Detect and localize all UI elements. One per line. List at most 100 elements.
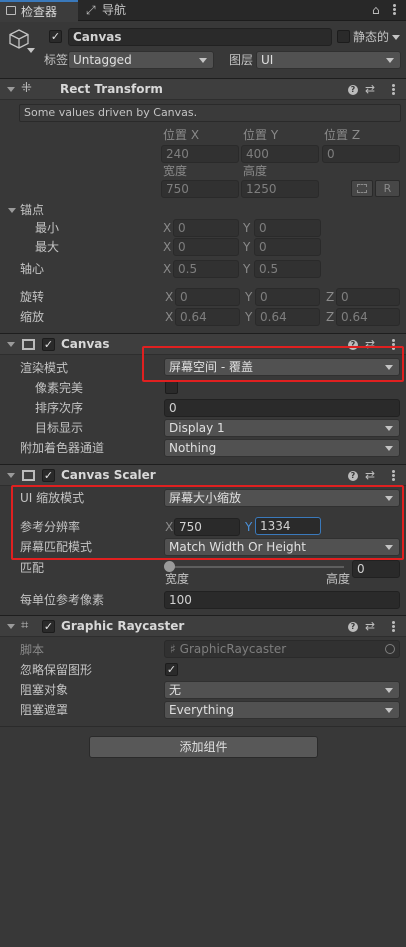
- icon-dropdown-arrow[interactable]: [27, 48, 35, 53]
- component-menu-icon[interactable]: [392, 470, 396, 482]
- pivot-y-axis: Y: [243, 262, 251, 276]
- rotation-y-field[interactable]: 0: [255, 288, 320, 306]
- scale-z-field[interactable]: 0.64: [336, 308, 400, 326]
- active-toggle[interactable]: ✓: [49, 30, 62, 43]
- presets-icon[interactable]: ⇄: [365, 467, 375, 483]
- pos-x-field[interactable]: 240: [161, 145, 239, 163]
- shader-channels-dropdown[interactable]: Nothing: [164, 439, 400, 457]
- script-field[interactable]: ♯ GraphicRaycaster: [164, 640, 400, 658]
- ignore-reversed-checkbox[interactable]: ✓: [165, 663, 178, 676]
- blocking-objects-dropdown[interactable]: 无: [164, 681, 400, 699]
- help-icon[interactable]: ?: [348, 471, 358, 481]
- raycaster-icon: ⌗: [21, 618, 29, 633]
- raw-edit-button[interactable]: R: [375, 180, 400, 197]
- pos-y-field[interactable]: 400: [241, 145, 319, 163]
- anchor-min-x-axis: X: [163, 221, 172, 235]
- width-label: 宽度: [163, 164, 188, 178]
- blueprint-mode-button[interactable]: [351, 180, 373, 197]
- height-field[interactable]: 1250: [241, 180, 319, 198]
- navigation-icon: ⤢: [86, 3, 96, 17]
- canvas-enabled-checkbox[interactable]: ✓: [42, 338, 55, 351]
- rotation-x-axis: X: [165, 290, 174, 304]
- foldout-arrow-icon[interactable]: [7, 342, 15, 347]
- graphic-raycaster-header[interactable]: ⌗ ✓ Graphic Raycaster ? ⇄: [0, 615, 406, 637]
- rotation-x-field[interactable]: 0: [175, 288, 240, 306]
- foldout-arrow-icon[interactable]: [7, 473, 15, 478]
- object-picker-icon[interactable]: [385, 644, 395, 654]
- layer-value: UI: [261, 53, 274, 67]
- match-value-field[interactable]: 0: [352, 560, 400, 578]
- help-icon[interactable]: ?: [348, 85, 358, 95]
- object-name-field[interactable]: Canvas: [68, 28, 332, 46]
- blocking-objects-label: 阻塞对象: [20, 683, 69, 697]
- pos-z-field[interactable]: 0: [322, 145, 400, 163]
- scale-label: 缩放: [20, 310, 45, 324]
- match-slider-track[interactable]: [170, 566, 344, 568]
- blocking-mask-value: Everything: [169, 703, 234, 717]
- chevron-down-icon: [385, 446, 393, 451]
- add-component-button[interactable]: 添加组件: [89, 736, 318, 758]
- canvas-scaler-header[interactable]: ✓ Canvas Scaler ? ⇄: [0, 464, 406, 486]
- highlight-scaler-settings: [11, 485, 404, 560]
- pivot-y-field[interactable]: 0.5: [254, 260, 321, 278]
- rect-transform-icon: ⁜: [21, 81, 32, 96]
- rotation-label: 旋转: [20, 290, 45, 304]
- target-display-dropdown[interactable]: Display 1: [164, 419, 400, 437]
- anchor-min-y-axis: Y: [243, 221, 251, 235]
- driven-info-text: Some values driven by Canvas.: [24, 106, 198, 119]
- anchors-foldout-icon[interactable]: [8, 208, 16, 213]
- ref-ppu-field[interactable]: 100: [164, 591, 400, 609]
- canvas-component-icon: [22, 339, 35, 350]
- blocking-objects-value: 无: [169, 683, 182, 697]
- pivot-label: 轴心: [20, 262, 45, 276]
- static-checkbox[interactable]: [337, 30, 350, 43]
- foldout-arrow-icon[interactable]: [7, 624, 15, 629]
- raycaster-enabled-checkbox[interactable]: ✓: [42, 620, 55, 633]
- anchor-min-y-field[interactable]: 0: [254, 219, 321, 237]
- scale-x-field[interactable]: 0.64: [175, 308, 240, 326]
- chevron-down-icon: [199, 58, 207, 63]
- sort-order-field[interactable]: 0: [164, 399, 400, 417]
- tab-inspector[interactable]: 检查器: [0, 0, 78, 22]
- script-file-icon: ♯: [170, 642, 176, 656]
- chevron-down-icon: [385, 688, 393, 693]
- rotation-z-field[interactable]: 0: [336, 288, 400, 306]
- blueprint-icon: [357, 184, 367, 193]
- tag-dropdown[interactable]: Untagged: [68, 51, 214, 69]
- scale-x-axis: X: [165, 310, 174, 324]
- component-menu-icon[interactable]: [392, 84, 396, 96]
- static-dropdown-arrow[interactable]: [392, 35, 400, 40]
- pixel-perfect-checkbox[interactable]: [165, 381, 178, 394]
- lock-icon[interactable]: ⌂: [372, 2, 380, 18]
- width-field[interactable]: 750: [161, 180, 239, 198]
- anchor-max-x-field[interactable]: 0: [173, 238, 239, 256]
- pivot-x-field[interactable]: 0.5: [173, 260, 239, 278]
- anchor-max-x-axis: X: [163, 240, 172, 254]
- tab-navigation[interactable]: ⤢ 导航: [80, 0, 150, 21]
- presets-icon[interactable]: ⇄: [365, 81, 375, 97]
- rotation-y-axis: Y: [245, 290, 253, 304]
- rect-transform-header[interactable]: ⁜ Rect Transform ? ⇄: [0, 78, 406, 100]
- add-component-label: 添加组件: [179, 740, 228, 754]
- foldout-arrow-icon[interactable]: [7, 87, 15, 92]
- help-icon[interactable]: ?: [348, 622, 358, 632]
- canvas-scaler-enabled-checkbox[interactable]: ✓: [42, 469, 55, 482]
- tag-label: 标签: [44, 53, 69, 67]
- anchor-max-y-field[interactable]: 0: [254, 238, 321, 256]
- anchors-label[interactable]: 锚点: [20, 202, 44, 218]
- raw-edit-label: R: [383, 182, 392, 195]
- presets-icon[interactable]: ⇄: [365, 618, 375, 634]
- sort-order-label: 排序次序: [35, 401, 84, 415]
- anchor-min-x-field[interactable]: 0: [173, 219, 239, 237]
- scale-y-field[interactable]: 0.64: [255, 308, 320, 326]
- blocking-mask-dropdown[interactable]: Everything: [164, 701, 400, 719]
- match-label: 匹配: [20, 561, 45, 575]
- script-label: 脚本: [20, 643, 45, 657]
- gameobject-icon[interactable]: [8, 28, 30, 50]
- pixel-perfect-label: 像素完美: [35, 381, 84, 395]
- anchor-max-label: 最大: [35, 240, 60, 254]
- component-menu-icon[interactable]: [392, 621, 396, 633]
- layer-dropdown[interactable]: UI: [256, 51, 401, 69]
- tab-menu-icon[interactable]: [393, 4, 397, 16]
- scale-y-axis: Y: [245, 310, 253, 324]
